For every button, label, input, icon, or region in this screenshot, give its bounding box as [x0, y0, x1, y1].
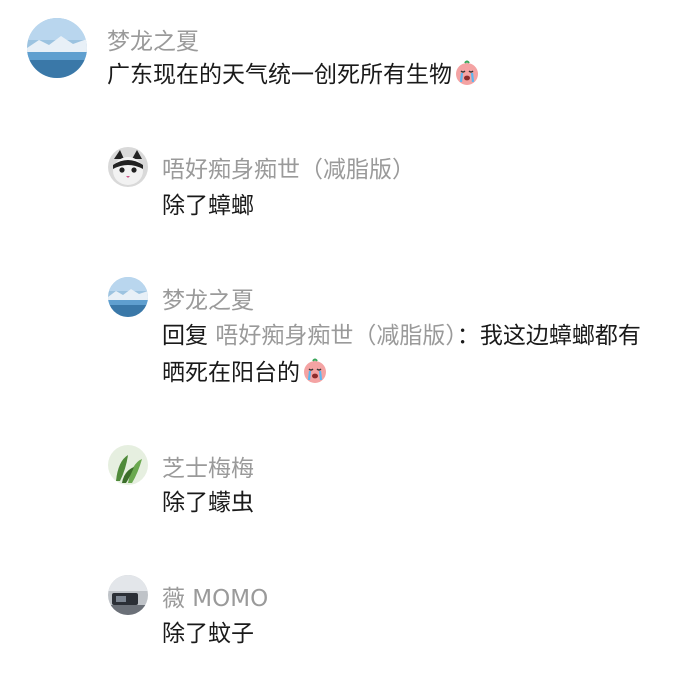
- comment-text: 除了蚊子: [162, 621, 254, 647]
- comment-text-line-2: 晒死在阳台的: [162, 356, 328, 390]
- comment-author-name[interactable]: 芝士梅梅: [162, 449, 254, 483]
- landscape-avatar-image: [108, 277, 148, 317]
- avatar[interactable]: [108, 277, 148, 317]
- reply-target-link[interactable]: 唔好痴身痴世（减脂版）: [215, 323, 457, 349]
- avatar[interactable]: [108, 445, 148, 485]
- comment-text-line-1: 回复 唔好痴身痴世（减脂版）：我这边蟑螂都有: [162, 319, 641, 353]
- plant-avatar-image: [108, 445, 148, 485]
- avatar[interactable]: [108, 147, 148, 187]
- comment-author-name[interactable]: 唔好痴身痴世（减脂版）: [162, 150, 415, 184]
- comment-author-name[interactable]: 薇 MOMO: [162, 579, 268, 613]
- comment-text-content: 广东现在的天气统一创死所有生物: [107, 62, 452, 88]
- avatar[interactable]: [108, 575, 148, 615]
- comment-text-content: 晒死在阳台的: [162, 360, 300, 386]
- photo-avatar-image: [108, 575, 148, 615]
- comment-author-name[interactable]: 梦龙之夏: [162, 281, 254, 315]
- comment-author-name[interactable]: 梦龙之夏: [107, 22, 199, 56]
- crying-face-emoji-icon: [302, 358, 328, 384]
- reply-prefix: 回复: [162, 323, 208, 349]
- avatar[interactable]: [27, 18, 87, 78]
- comment-text: 除了蠓虫: [162, 490, 254, 516]
- comment-text-content: ：我这边蟑螂都有: [456, 323, 641, 349]
- landscape-avatar-image: [27, 18, 87, 78]
- cat-avatar-image: [108, 147, 148, 187]
- comment-text: 广东现在的天气统一创死所有生物: [107, 58, 480, 92]
- comment-text: 除了蟑螂: [162, 193, 254, 219]
- crying-face-emoji-icon: [454, 60, 480, 86]
